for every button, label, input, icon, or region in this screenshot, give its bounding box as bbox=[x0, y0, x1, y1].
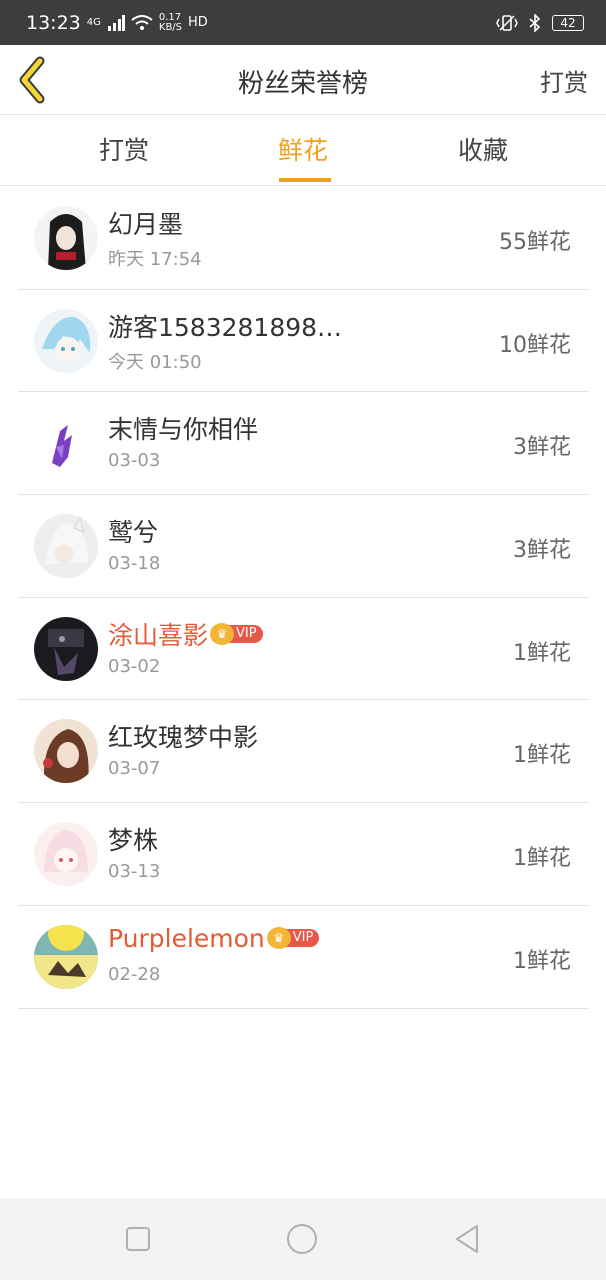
crown-icon: ♛ bbox=[210, 622, 235, 645]
list-item[interactable]: 梦株 03-13 1鲜花 bbox=[18, 803, 589, 906]
fan-time: 03-07 bbox=[108, 758, 161, 780]
list-item[interactable]: 涂山喜影 ♛ VIP 03-02 1鲜花 bbox=[18, 598, 589, 701]
active-tab-indicator bbox=[279, 178, 331, 182]
flower-count: 1鲜花 bbox=[513, 640, 571, 666]
tab-label: 收藏 bbox=[457, 136, 508, 165]
avatar bbox=[34, 616, 98, 681]
tab-label: 鲜花 bbox=[277, 136, 328, 165]
status-left: 13:23 4G 0.17 KB/S HD bbox=[26, 12, 208, 34]
flower-count: 3鲜花 bbox=[513, 435, 571, 461]
fan-name: 鹫兮 bbox=[108, 513, 158, 549]
fan-name-text: 末情与你相伴 bbox=[108, 415, 259, 445]
vip-badge: ♛ VIP bbox=[266, 927, 320, 950]
tab-label: 打赏 bbox=[98, 136, 149, 165]
home-button[interactable] bbox=[285, 1222, 319, 1256]
flower-count: 3鲜花 bbox=[513, 538, 571, 564]
circle-icon bbox=[287, 1224, 317, 1254]
fan-time: 03-03 bbox=[108, 450, 161, 472]
network-speed: 0.17 KB/S bbox=[158, 11, 183, 33]
fan-name-text: 游客1583281898… bbox=[108, 312, 343, 342]
fan-name: Purplelemon ♛ VIP bbox=[108, 923, 320, 953]
fan-time: 昨天 17:54 bbox=[108, 249, 202, 270]
tab-reward[interactable]: 打赏 bbox=[64, 116, 184, 186]
fan-time: 02-28 bbox=[108, 963, 161, 985]
hd-indicator: HD bbox=[188, 14, 208, 30]
square-icon bbox=[126, 1227, 150, 1251]
fan-name-text: Purplelemon bbox=[108, 923, 265, 953]
fan-name: 游客1583281898… bbox=[108, 308, 342, 344]
avatar bbox=[34, 822, 98, 887]
fan-time: 03-13 bbox=[108, 861, 161, 883]
fan-name-text: 涂山喜影 bbox=[108, 620, 209, 650]
speed-value: 0.17 bbox=[158, 11, 182, 23]
crown-icon: ♛ bbox=[266, 927, 291, 950]
battery-icon: 42 bbox=[552, 14, 584, 31]
fan-name-text: 红玫瑰梦中影 bbox=[108, 723, 259, 753]
signal-icon bbox=[107, 14, 125, 31]
fan-name-text: 鹫兮 bbox=[108, 518, 159, 548]
avatar bbox=[34, 924, 98, 989]
fan-name: 末情与你相伴 bbox=[108, 410, 258, 446]
flower-count: 1鲜花 bbox=[513, 948, 571, 974]
battery-level: 42 bbox=[560, 15, 576, 30]
status-time: 13:23 bbox=[26, 11, 81, 34]
flower-count: 10鲜花 bbox=[499, 332, 571, 358]
list-item[interactable]: 红玫瑰梦中影 03-07 1鲜花 bbox=[18, 700, 589, 804]
triangle-back-icon bbox=[456, 1225, 478, 1253]
vip-badge: ♛ VIP bbox=[210, 622, 263, 645]
list-item[interactable]: 鹫兮 03-18 3鲜花 bbox=[18, 495, 589, 598]
fan-name-text: 梦株 bbox=[108, 826, 159, 856]
tab-bar: 打赏 鲜花 收藏 bbox=[0, 116, 606, 186]
network-type: 4G bbox=[86, 16, 101, 28]
status-right: 42 bbox=[496, 13, 584, 32]
fan-time: 今天 01:50 bbox=[108, 351, 202, 373]
fan-list: 幻月墨 昨天 17:54 55鲜花 游客1583281898… 今天 01:50… bbox=[18, 187, 589, 1009]
bluetooth-icon bbox=[529, 13, 541, 32]
tab-flowers[interactable]: 鲜花 bbox=[243, 116, 363, 186]
fan-name: 涂山喜影 ♛ VIP bbox=[108, 616, 263, 652]
fan-name-text: 幻月墨 bbox=[108, 210, 184, 239]
header: 粉丝荣誉榜 打赏 bbox=[0, 45, 606, 115]
fan-name: 红玫瑰梦中影 bbox=[108, 718, 258, 754]
list-item[interactable]: Purplelemon ♛ VIP 02-28 1鲜花 bbox=[18, 906, 589, 1009]
back-nav-button[interactable] bbox=[451, 1222, 485, 1256]
page-title: 粉丝荣誉榜 bbox=[237, 69, 368, 99]
wifi-icon bbox=[131, 14, 153, 30]
flower-count: 55鲜花 bbox=[499, 230, 571, 255]
status-bar: 13:23 4G 0.17 KB/S HD 42 bbox=[0, 0, 606, 45]
avatar bbox=[34, 514, 98, 579]
network-indicator: 4G bbox=[86, 16, 101, 28]
list-item[interactable]: 末情与你相伴 03-03 3鲜花 bbox=[18, 392, 589, 496]
fan-name: 幻月墨 bbox=[108, 205, 183, 241]
list-item[interactable]: 游客1583281898… 今天 01:50 10鲜花 bbox=[18, 290, 589, 393]
avatar bbox=[34, 719, 98, 784]
flower-count: 1鲜花 bbox=[513, 846, 571, 872]
fan-time: 03-18 bbox=[108, 553, 161, 575]
fan-name: 梦株 bbox=[108, 821, 158, 857]
tab-favorites[interactable]: 收藏 bbox=[423, 116, 543, 186]
list-item[interactable]: 幻月墨 昨天 17:54 55鲜花 bbox=[18, 187, 589, 290]
avatar bbox=[34, 206, 98, 270]
avatar bbox=[34, 308, 98, 373]
fan-time: 03-02 bbox=[108, 655, 161, 677]
vibrate-icon bbox=[496, 14, 518, 31]
flower-count: 1鲜花 bbox=[513, 743, 571, 769]
speed-unit: KB/S bbox=[158, 21, 183, 33]
avatar bbox=[34, 411, 98, 476]
system-nav-bar bbox=[0, 1198, 606, 1280]
recent-apps-button[interactable] bbox=[121, 1222, 155, 1256]
reward-button[interactable]: 打赏 bbox=[540, 63, 588, 98]
